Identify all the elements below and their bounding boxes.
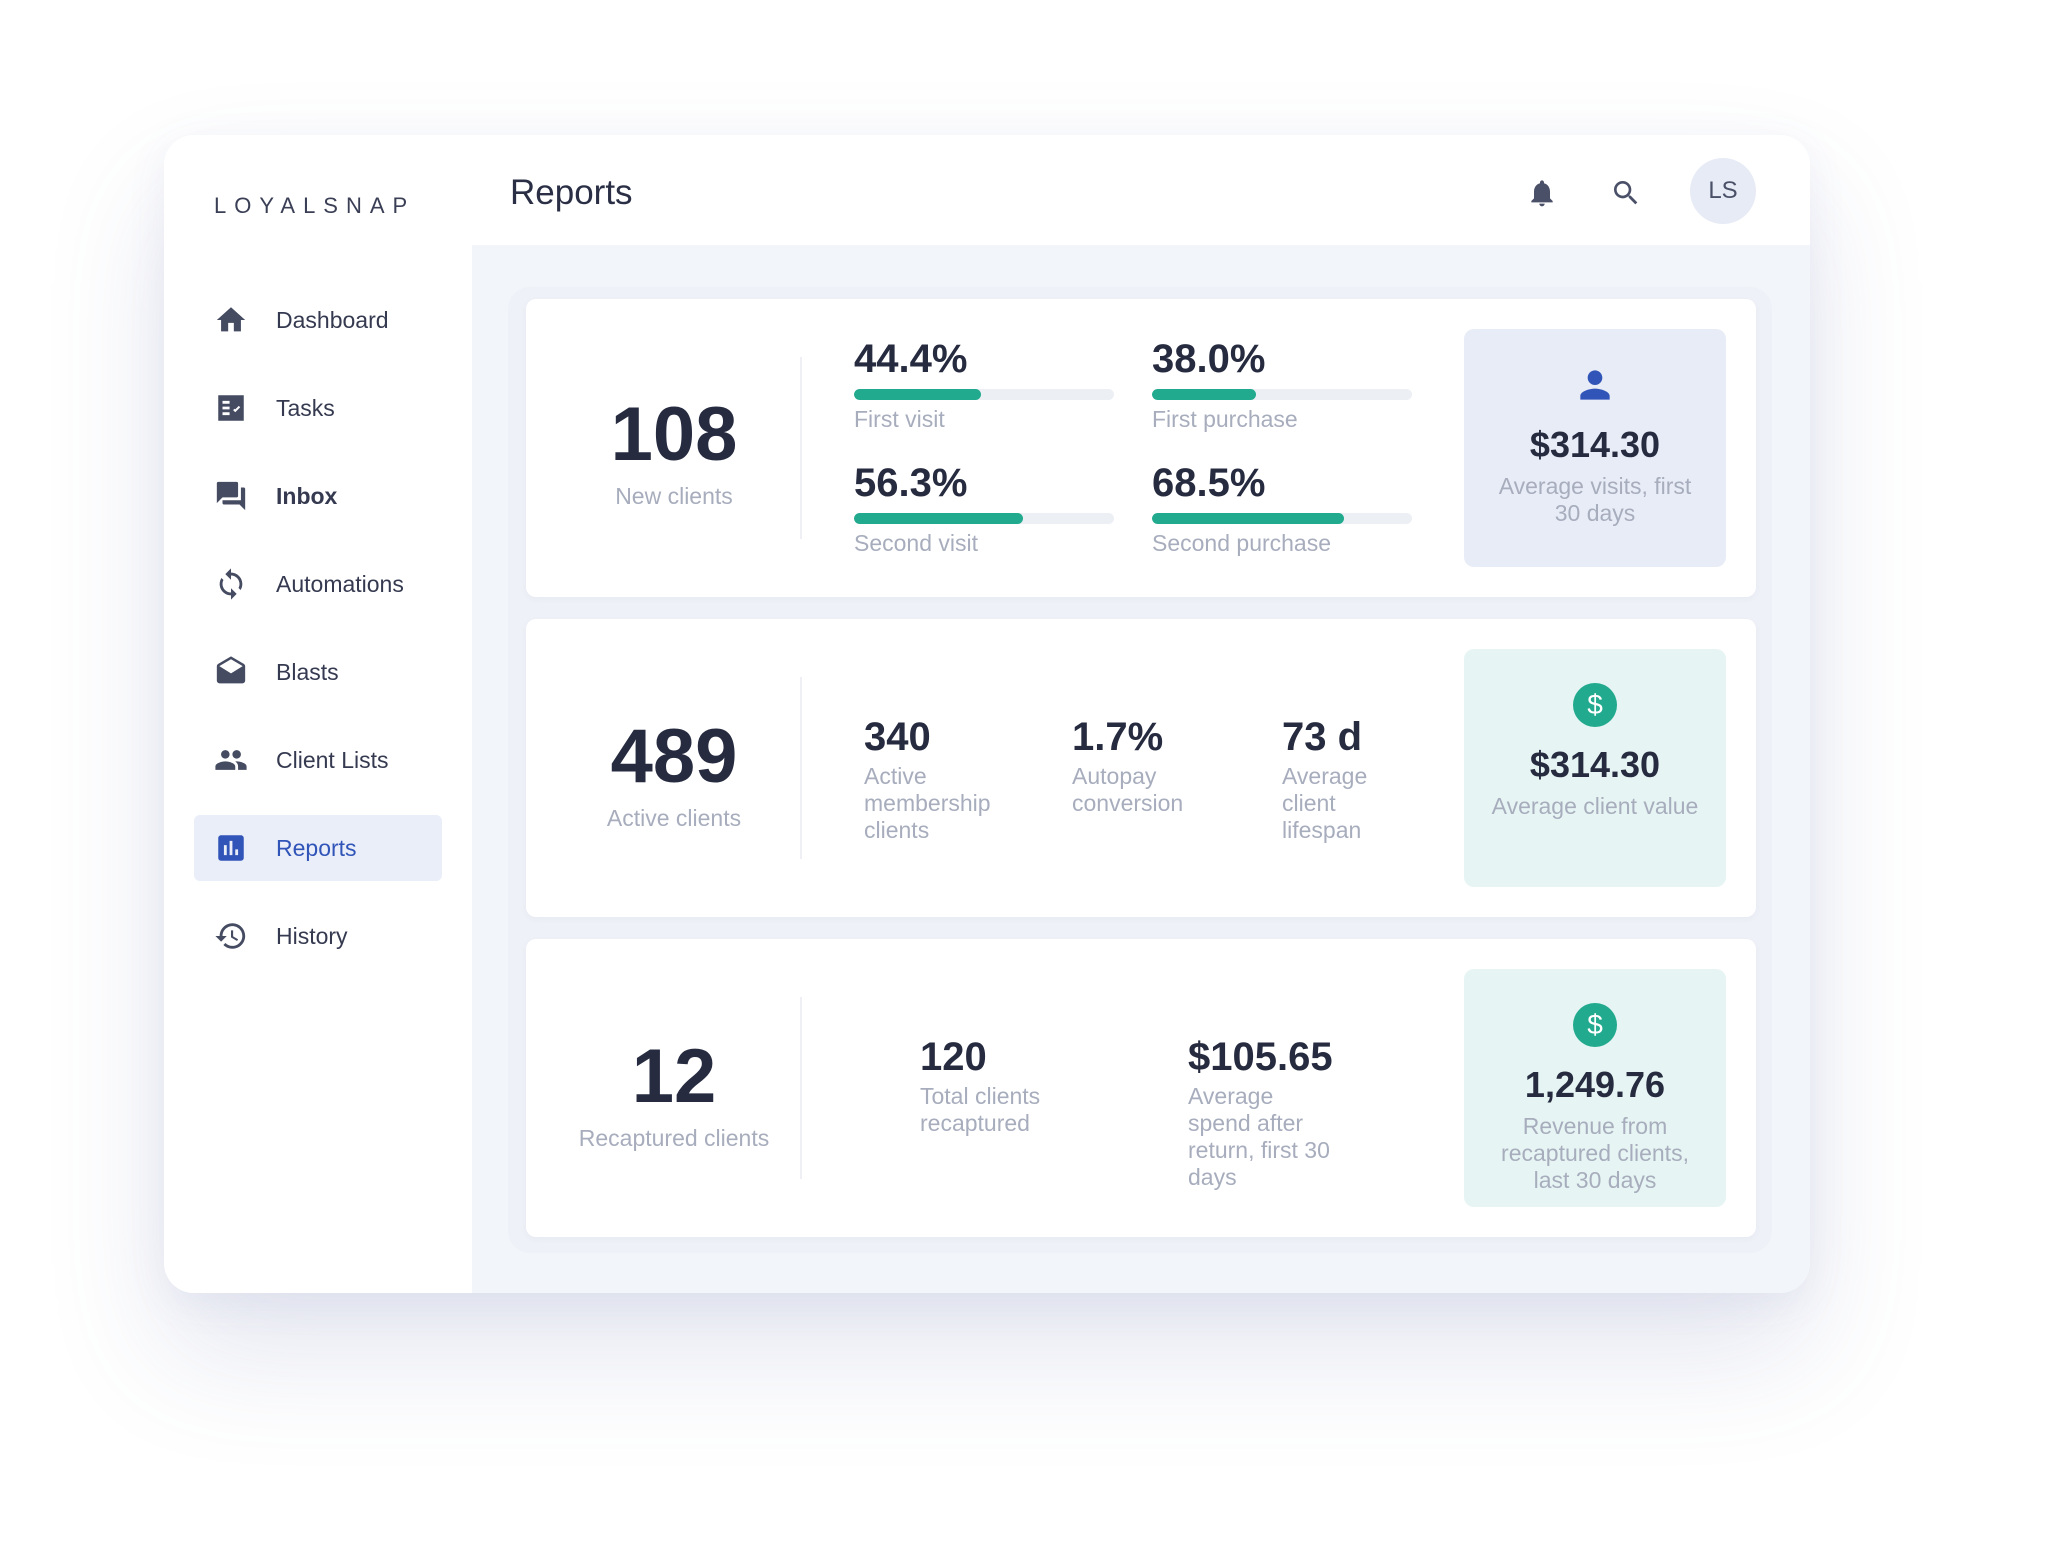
side-value: 1,249.76	[1524, 1064, 1666, 1105]
sidebar-item-blasts[interactable]: Blasts	[194, 639, 442, 705]
active-clients-card: 489 Active clients 340 Active membership…	[526, 619, 1756, 917]
side-label: Average client value	[1491, 793, 1699, 819]
metric-value: 38.0%	[1152, 337, 1266, 381]
metric-label: Second visit	[854, 530, 979, 556]
search-button[interactable]	[1608, 175, 1644, 211]
dollar-coin-icon: $	[1573, 683, 1617, 727]
metric-value: $105.65	[1188, 1035, 1333, 1079]
autopay-conversion-metric: 1.7% Autopay conversion	[1072, 717, 1222, 817]
metric-value: 1.7%	[1072, 715, 1164, 759]
side-value: $314.30	[1529, 744, 1661, 785]
sidebar-item-inbox[interactable]: Inbox	[194, 463, 442, 529]
metric-value: 56.3%	[854, 461, 968, 505]
sidebar-item-label: Inbox	[276, 482, 338, 509]
metric-label: Average spend after return, first 30 day…	[1188, 1083, 1330, 1191]
average-spend-metric: $105.65 Average spend after return, firs…	[1188, 1037, 1338, 1192]
metric-label: First purchase	[1152, 406, 1298, 432]
progress-fill	[854, 513, 1023, 524]
report-cards: 108 New clients 44.4% First visit 38.0% …	[508, 287, 1772, 1253]
metric-value: 340	[864, 715, 931, 759]
second-purchase-metric: 68.5% Second purchase	[1152, 463, 1412, 557]
active-clients-label: Active clients	[606, 805, 742, 831]
progress-fill	[854, 389, 982, 400]
logo: LOYALSNAP	[214, 193, 416, 218]
metric-value: 73 d	[1282, 715, 1363, 759]
envelope-open-icon	[214, 655, 248, 689]
sidebar-item-automations[interactable]: Automations	[194, 551, 442, 617]
progress-fill	[1152, 389, 1256, 400]
progress-fill	[1152, 513, 1345, 524]
total-recaptured-metric: 120 Total clients recaptured	[920, 1037, 1080, 1137]
metric-value: 44.4%	[854, 337, 968, 381]
metric-label: First visit	[854, 406, 945, 432]
history-icon	[214, 919, 248, 953]
bar-chart-icon	[214, 831, 248, 865]
progress-bar	[854, 389, 1114, 400]
sidebar-item-label: Dashboard	[276, 306, 389, 333]
client-lifespan-metric: 73 d Average client lifespan	[1282, 717, 1392, 844]
progress-bar	[854, 513, 1114, 524]
new-clients-card: 108 New clients 44.4% First visit 38.0% …	[526, 299, 1756, 597]
first-visit-metric: 44.4% First visit	[854, 339, 1114, 433]
recaptured-clients-card: 12 Recaptured clients 120 Total clients …	[526, 939, 1756, 1237]
sync-icon	[214, 567, 248, 601]
first-purchase-metric: 38.0% First purchase	[1152, 339, 1412, 433]
divider	[800, 997, 802, 1179]
sidebar-item-dashboard[interactable]: Dashboard	[194, 287, 442, 353]
average-client-value-card: $ $314.30 Average client value	[1464, 649, 1726, 887]
sidebar-item-label: Automations	[276, 570, 404, 597]
sidebar-nav: Dashboard Tasks Inbox Automations Blasts…	[194, 287, 442, 991]
sidebar-item-label: Blasts	[276, 658, 339, 685]
progress-bar	[1152, 513, 1412, 524]
sidebar-item-client-lists[interactable]: Client Lists	[194, 727, 442, 793]
active-membership-metric: 340 Active membership clients	[864, 717, 1014, 844]
search-icon	[1614, 181, 1638, 205]
sidebar-item-label: Client Lists	[276, 746, 389, 773]
new-clients-value: 108	[610, 392, 738, 477]
side-label: Revenue from recaptured clients, last 30…	[1501, 1113, 1689, 1194]
metric-label: Autopay conversion	[1072, 763, 1184, 817]
dollar-coin-icon: $	[1573, 1003, 1617, 1047]
active-clients-summary: 489 Active clients	[566, 619, 782, 917]
notifications-button[interactable]	[1524, 175, 1560, 211]
page-title: Reports	[510, 173, 633, 212]
sidebar: LOYALSNAP Dashboard Tasks Inbox Automati…	[164, 135, 472, 1293]
metric-label: Active membership clients	[864, 763, 991, 844]
app-window: LOYALSNAP Dashboard Tasks Inbox Automati…	[164, 135, 1810, 1293]
average-visits-card: $314.30 Average visits, first 30 days	[1464, 329, 1726, 567]
person-icon	[1573, 363, 1617, 407]
recaptured-clients-label: Recaptured clients	[578, 1125, 770, 1151]
chat-icon	[214, 479, 248, 513]
home-icon	[214, 303, 248, 337]
progress-bar	[1152, 389, 1412, 400]
side-label: Average visits, first 30 days	[1498, 473, 1692, 527]
divider	[800, 357, 802, 539]
recaptured-clients-value: 12	[631, 1034, 717, 1119]
metric-label: Second purchase	[1152, 530, 1332, 556]
metric-label: Average client lifespan	[1282, 763, 1368, 844]
sidebar-item-tasks[interactable]: Tasks	[194, 375, 442, 441]
top-header: Reports LS	[472, 135, 1810, 245]
sidebar-item-reports[interactable]: Reports	[194, 815, 442, 881]
recaptured-revenue-card: $ 1,249.76 Revenue from recaptured clien…	[1464, 969, 1726, 1207]
new-clients-summary: 108 New clients	[566, 299, 782, 597]
active-clients-value: 489	[610, 714, 738, 799]
divider	[800, 677, 802, 859]
bell-icon	[1531, 180, 1553, 207]
tasks-icon	[214, 391, 248, 425]
recaptured-clients-summary: 12 Recaptured clients	[566, 939, 782, 1237]
side-value: $314.30	[1529, 424, 1661, 465]
people-icon	[214, 743, 248, 777]
new-clients-label: New clients	[615, 483, 733, 509]
metric-value: 120	[920, 1035, 987, 1079]
sidebar-item-label: Reports	[276, 834, 357, 861]
metric-label: Total clients recaptured	[920, 1083, 1041, 1137]
sidebar-item-label: Tasks	[276, 394, 335, 421]
main-content: 108 New clients 44.4% First visit 38.0% …	[472, 245, 1810, 1293]
second-visit-metric: 56.3% Second visit	[854, 463, 1114, 557]
sidebar-item-history[interactable]: History	[194, 903, 442, 969]
metric-value: 68.5%	[1152, 461, 1266, 505]
sidebar-item-label: History	[276, 922, 348, 949]
avatar[interactable]: LS	[1690, 158, 1756, 224]
